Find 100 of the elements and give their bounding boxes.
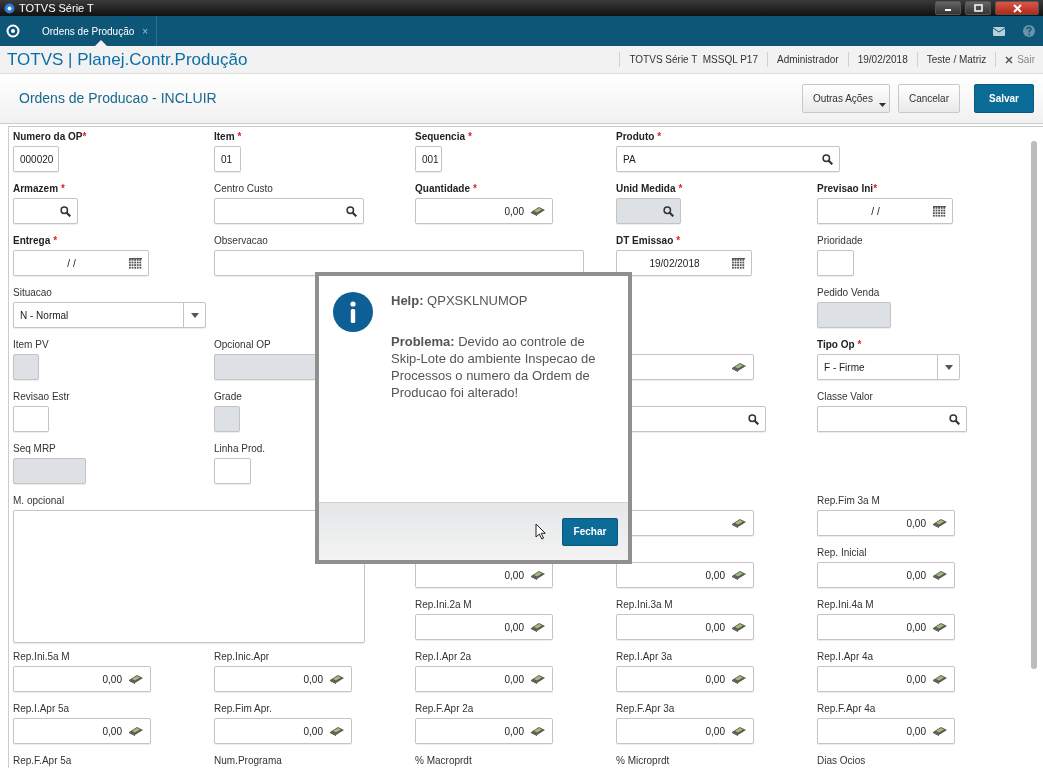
field-label: Prioridade — [817, 235, 864, 247]
number-field[interactable]: 0,00 — [13, 718, 151, 744]
field-label: Dias Ocios — [817, 755, 867, 767]
calendar-icon — [933, 205, 946, 217]
date-field[interactable]: / / — [13, 250, 149, 276]
help-icon[interactable] — [1023, 25, 1035, 37]
search-icon — [949, 413, 960, 425]
actions-menu-button[interactable]: Outras Ações — [801, 84, 890, 113]
calculator-icon — [530, 726, 546, 736]
field-label: Rep.F.Apr 2a — [415, 703, 475, 715]
field-label: Rep.Inic.Apr — [214, 651, 271, 663]
field-label: Rep.F.Apr 3a — [616, 703, 676, 715]
field-label: Rep.Ini.2a M — [415, 599, 473, 611]
caret-icon — [878, 103, 886, 107]
search-icon — [822, 153, 833, 165]
field-label: Rep.I.Apr 2a — [415, 651, 473, 663]
calculator-icon — [530, 570, 546, 580]
text-field[interactable]: 01 — [214, 146, 241, 172]
calculator-icon — [731, 362, 747, 372]
number-field[interactable]: 0,00 — [415, 198, 553, 224]
search-field[interactable] — [817, 406, 967, 432]
window-title: TOTVS Série T — [19, 0, 95, 16]
field-label: Rep.F.Apr 5a — [13, 755, 73, 767]
date-field[interactable]: 19/02/2018 — [616, 250, 752, 276]
date-field[interactable]: / / — [817, 198, 953, 224]
search-field[interactable] — [13, 198, 78, 224]
dropdown-arrow-icon — [190, 312, 199, 318]
field-label: Situacao — [13, 287, 53, 299]
dropdown[interactable]: F - Firme — [817, 354, 960, 380]
number-field[interactable]: 0,00 — [415, 614, 553, 640]
calculator-icon — [530, 674, 546, 684]
dialog-heading: Help: QPXSKLNUMOP — [391, 292, 529, 309]
number-field[interactable]: 0,00 — [817, 562, 955, 588]
menu-logo-icon[interactable] — [6, 24, 20, 38]
calculator-icon — [128, 726, 144, 736]
field-label: Rep.F.Apr 4a — [817, 703, 877, 715]
calculator-icon — [530, 622, 546, 632]
field-label: Rep.Fim 3a M — [817, 495, 881, 507]
header-info: 19/02/2018 — [847, 52, 917, 67]
search-icon — [346, 205, 357, 217]
search-icon — [60, 205, 71, 217]
field-label: Item PV — [13, 339, 50, 351]
calculator-icon — [932, 726, 948, 736]
dropdown[interactable]: N - Normal — [13, 302, 206, 328]
maximize-button[interactable] — [965, 1, 991, 15]
scrollbar-thumb[interactable] — [1031, 141, 1037, 669]
text-field[interactable]: 000020 — [13, 146, 59, 172]
field-label: Classe Valor — [817, 391, 874, 403]
calculator-icon — [932, 518, 948, 528]
text-field[interactable] — [13, 406, 49, 432]
field-label: Seq MRP — [13, 443, 57, 455]
field-label: Rep.Ini.3a M — [616, 599, 674, 611]
close-button[interactable] — [995, 1, 1039, 15]
number-field[interactable]: 0,00 — [616, 614, 754, 640]
field-label: Item * — [214, 131, 243, 143]
search-icon — [663, 205, 674, 217]
number-field[interactable]: 0,00 — [415, 562, 553, 588]
number-field[interactable]: 0,00 — [616, 562, 754, 588]
number-field[interactable]: 0,00 — [616, 666, 754, 692]
number-field[interactable]: 0,00 — [415, 718, 553, 744]
text-field[interactable]: 001 — [415, 146, 442, 172]
app-logo-icon — [4, 2, 15, 14]
calculator-icon — [731, 622, 747, 632]
text-field[interactable] — [214, 458, 251, 484]
calendar-icon — [129, 257, 142, 269]
save-button[interactable]: Salvar — [973, 84, 1034, 113]
field-label: Produto * — [616, 131, 663, 143]
number-field[interactable]: 0,00 — [817, 614, 955, 640]
number-field[interactable]: 0,00 — [214, 718, 352, 744]
field-label: Rep.I.Apr 3a — [616, 651, 674, 663]
mail-icon[interactable] — [993, 26, 1005, 36]
close-dialog-button[interactable]: Fechar — [562, 517, 618, 546]
field-label: Entrega * — [13, 235, 59, 247]
number-field[interactable]: 0,00 — [817, 666, 955, 692]
number-field[interactable]: 0,00 — [817, 718, 955, 744]
calculator-icon — [329, 674, 345, 684]
minimize-button[interactable] — [935, 1, 961, 15]
calculator-icon — [731, 674, 747, 684]
search-field[interactable] — [214, 198, 364, 224]
field-label: Rep.I.Apr 4a — [817, 651, 875, 663]
text-field[interactable] — [817, 250, 854, 276]
calculator-icon — [128, 674, 144, 684]
cancel-button[interactable]: Cancelar — [897, 84, 960, 113]
search-field[interactable]: PA — [616, 146, 840, 172]
field-label: Rep.Ini.4a M — [817, 599, 875, 611]
calculator-icon — [932, 674, 948, 684]
field-label: Observacao — [214, 235, 269, 247]
field-label: Sequencia * — [415, 131, 473, 143]
number-field[interactable]: 0,00 — [817, 510, 955, 536]
memo-field[interactable] — [13, 510, 365, 643]
field-label: Rep. Inicial — [817, 547, 868, 559]
tab-close-button[interactable]: × — [142, 23, 149, 39]
maximize-icon — [973, 4, 983, 12]
number-field[interactable]: 0,00 — [13, 666, 151, 692]
number-field[interactable]: 0,00 — [214, 666, 352, 692]
number-field[interactable]: 0,00 — [415, 666, 553, 692]
number-field[interactable]: 0,00 — [616, 718, 754, 744]
calculator-icon — [932, 622, 948, 632]
calculator-icon — [731, 518, 747, 528]
field-label: Revisao Estr — [13, 391, 71, 403]
